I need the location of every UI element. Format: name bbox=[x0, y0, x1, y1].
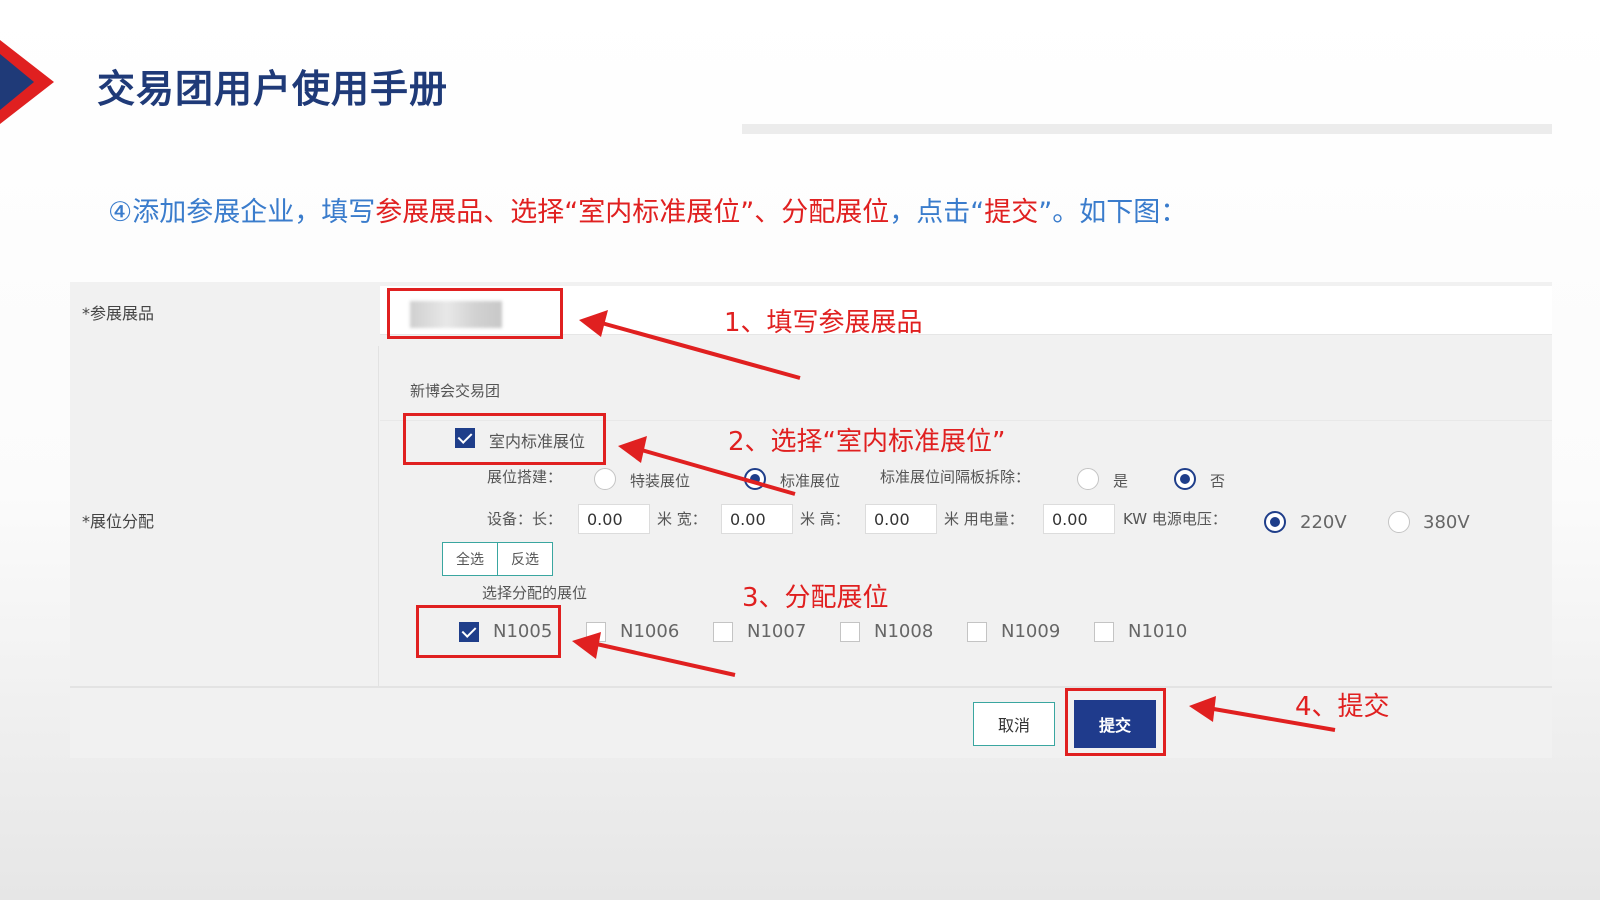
arrow-step4-head bbox=[1189, 696, 1216, 722]
annotation-step2: 2、选择“室内标准展位” bbox=[728, 427, 1006, 457]
annotation-step3: 3、分配展位 bbox=[742, 583, 889, 613]
arrow-step3-head bbox=[572, 632, 601, 659]
annotation-step1: 1、填写参展展品 bbox=[724, 308, 923, 338]
arrow-step2-head bbox=[618, 436, 647, 463]
arrow-step1-head bbox=[579, 310, 608, 337]
arrow-step3-shaft bbox=[591, 641, 736, 677]
annotation-step4: 4、提交 bbox=[1295, 692, 1390, 722]
